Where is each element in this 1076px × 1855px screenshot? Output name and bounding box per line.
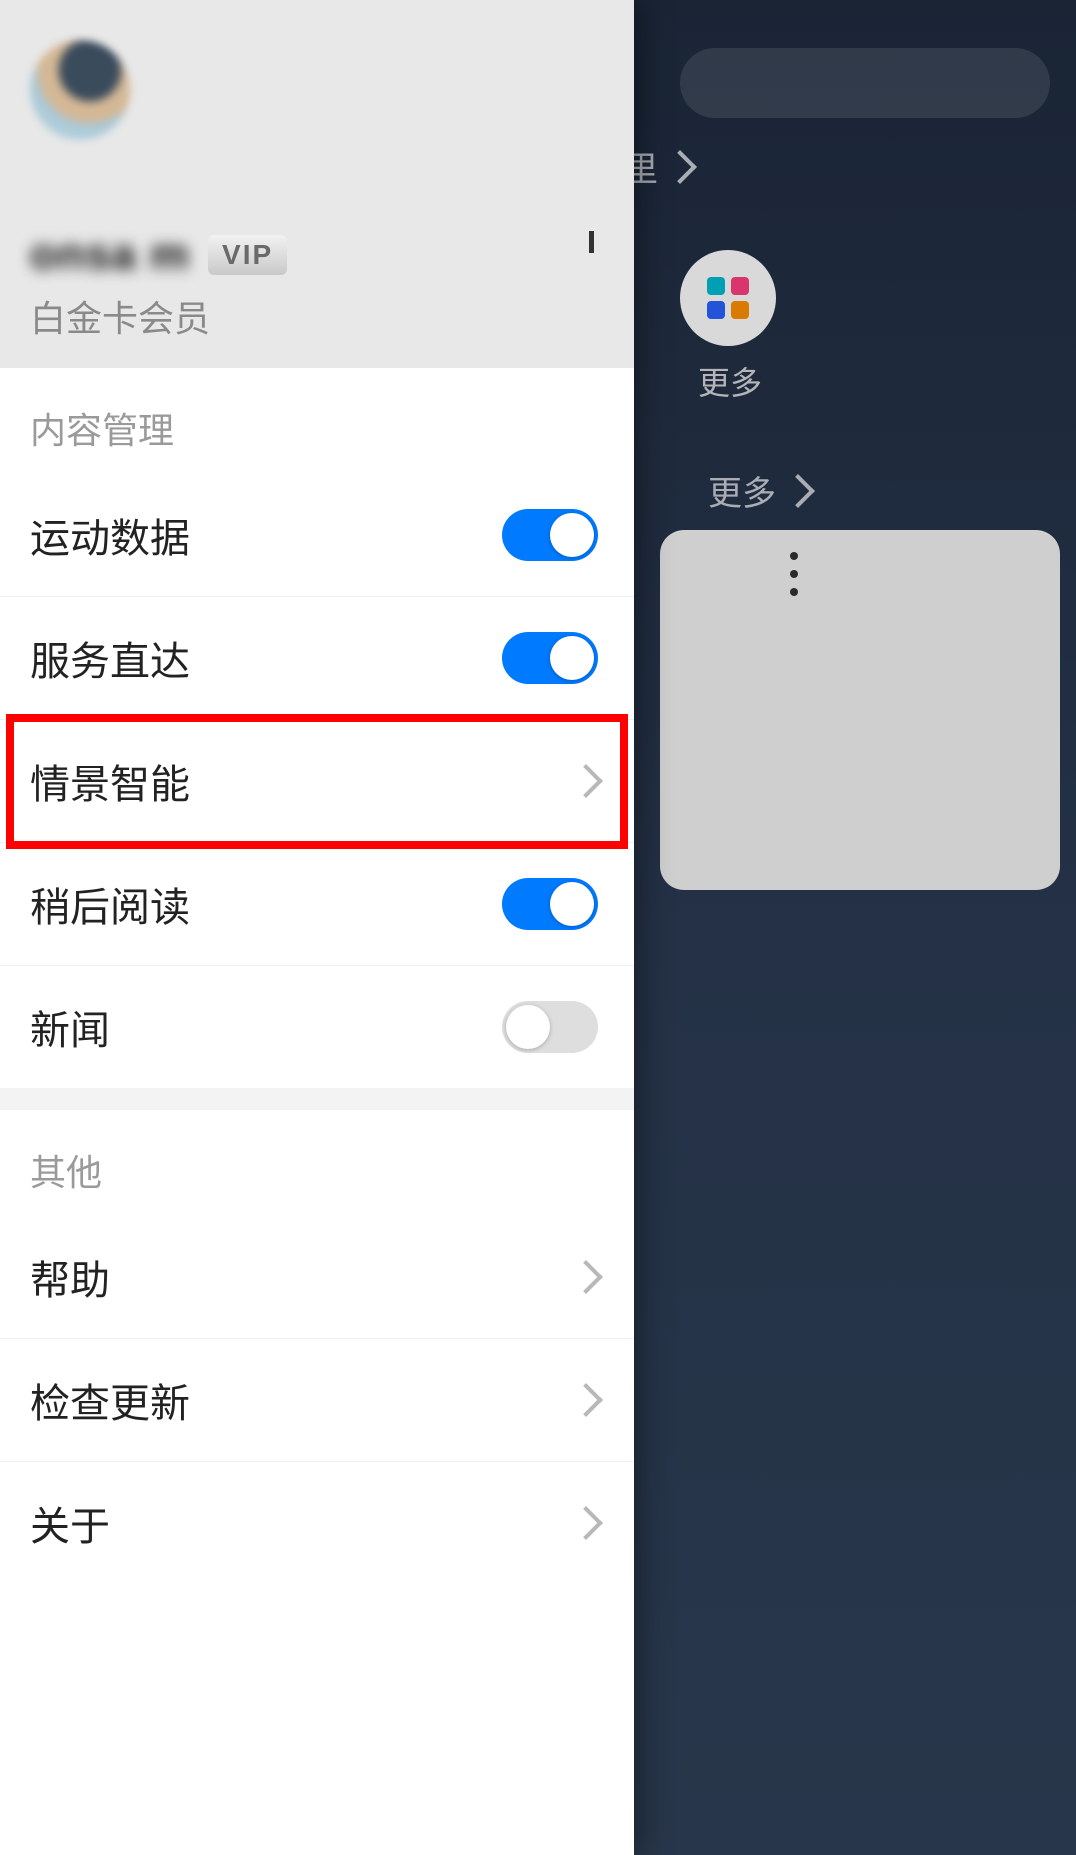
toggle-news[interactable] — [502, 1001, 598, 1053]
section-header-content: 内容管理 — [0, 368, 634, 474]
item-help[interactable]: 帮助 — [0, 1216, 634, 1339]
bg-more-app-icon — [680, 250, 776, 346]
section-divider — [0, 1088, 634, 1110]
item-label: 服务直达 — [30, 629, 190, 687]
item-service-direct[interactable]: 服务直达 — [0, 597, 634, 720]
item-label: 关于 — [30, 1494, 110, 1552]
item-label: 稍后阅读 — [30, 875, 190, 933]
item-label: 检查更新 — [30, 1371, 190, 1429]
chevron-right-icon — [569, 1260, 603, 1294]
member-tier: 白金卡会员 — [30, 290, 604, 342]
chevron-right-icon — [663, 150, 697, 184]
bg-card — [660, 530, 1060, 890]
section-header-other: 其他 — [0, 1110, 634, 1216]
chevron-right-icon — [781, 474, 815, 508]
avatar[interactable] — [30, 40, 130, 140]
item-check-update[interactable]: 检查更新 — [0, 1339, 634, 1462]
vip-badge: VIP — [208, 235, 287, 275]
bg-breadcrumb: 里 — [624, 142, 692, 191]
chevron-right-icon — [569, 1506, 603, 1540]
item-label: 情景智能 — [30, 752, 190, 810]
toggle-read-later[interactable] — [502, 878, 598, 930]
chevron-right-icon — [589, 236, 594, 254]
bg-more-link: 更多 — [708, 466, 810, 515]
toggle-service-direct[interactable] — [502, 632, 598, 684]
item-scene-ai[interactable]: 情景智能 — [0, 720, 634, 843]
item-label: 运动数据 — [30, 506, 190, 564]
kebab-icon — [790, 552, 798, 596]
chevron-right-icon — [569, 1383, 603, 1417]
item-read-later[interactable]: 稍后阅读 — [0, 843, 634, 966]
bg-search-pill — [680, 48, 1050, 118]
bg-more-label: 更多 — [698, 358, 762, 404]
item-sports-data[interactable]: 运动数据 — [0, 474, 634, 597]
profile-section[interactable]: onsa m VIP 白金卡会员 — [0, 0, 634, 368]
item-about[interactable]: 关于 — [0, 1462, 634, 1584]
item-label: 帮助 — [30, 1248, 110, 1306]
item-label: 新闻 — [30, 998, 110, 1056]
username: onsa m — [30, 230, 190, 280]
toggle-sports-data[interactable] — [502, 509, 598, 561]
side-drawer: onsa m VIP 白金卡会员 内容管理 运动数据 服务直达 情景智能 稍后阅… — [0, 0, 634, 1855]
chevron-right-icon — [569, 764, 603, 798]
item-news[interactable]: 新闻 — [0, 966, 634, 1088]
